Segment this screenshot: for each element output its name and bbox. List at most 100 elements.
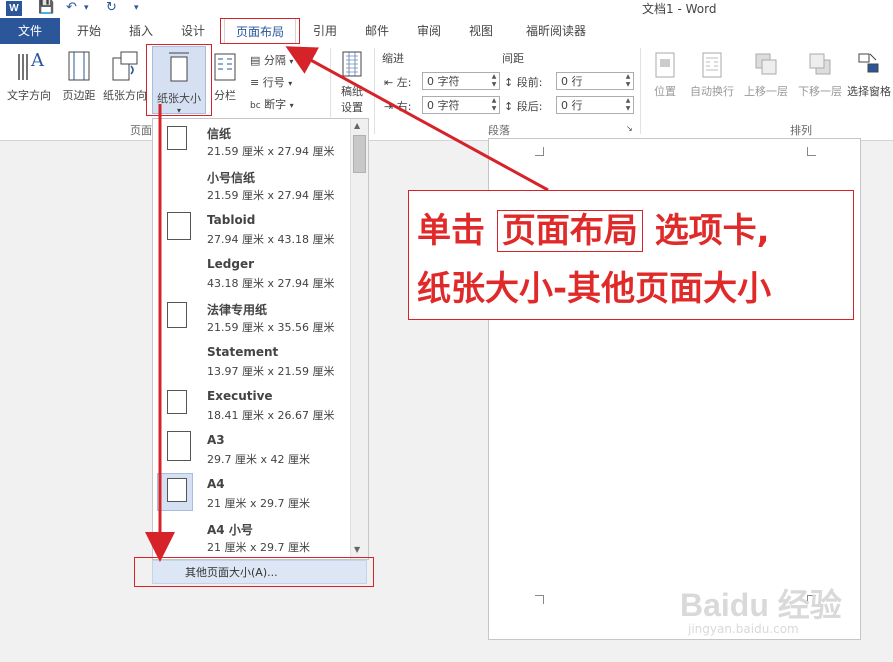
manuscript-settings-button[interactable]: 稿纸 设置 <box>334 50 370 115</box>
spacing-after-input[interactable]: 0 行 ▲ ▼ <box>556 96 634 114</box>
undo-icon[interactable]: ↶ <box>66 0 77 15</box>
paper-size-item[interactable]: Tabloid 27.94 厘米 x 43.18 厘米 <box>153 207 349 251</box>
bring-forward-button[interactable]: 上移一层 <box>740 50 792 99</box>
spinner-arrows-icon[interactable]: ▲ ▼ <box>623 97 633 113</box>
text-direction-button[interactable]: A 文字方向 <box>4 48 54 103</box>
ribbon: A 文字方向 页边距 纸张方向 纸张大小 ▾ 分栏 ▤ 分隔 ▾ ≡ 行号 ▾ … <box>0 44 893 141</box>
paper-size-name: Tabloid <box>207 213 256 227</box>
spinner-arrows-icon[interactable]: ▲ ▼ <box>623 73 633 89</box>
hyphenation-button[interactable]: bc 断字 ▾ <box>250 96 294 112</box>
save-icon[interactable]: 💾 <box>38 0 54 15</box>
paper-size-item[interactable]: 信纸 21.59 厘米 x 27.94 厘米 <box>153 119 349 163</box>
annotation-highlight-more-sizes <box>134 557 374 587</box>
callout-line-1: 单击 页面布局 选项卡, <box>417 210 770 252</box>
paper-size-item[interactable]: Ledger 43.18 厘米 x 27.94 厘米 <box>153 251 349 295</box>
spinner-arrows-icon[interactable]: ▲ ▼ <box>489 73 499 89</box>
paper-size-dimensions: 21.59 厘米 x 35.56 厘米 <box>207 321 335 334</box>
columns-button[interactable]: 分栏 <box>208 48 242 103</box>
breaks-icon: ▤ <box>250 54 261 67</box>
tab-insert[interactable]: 插入 <box>118 18 164 44</box>
paper-size-name: Executive <box>207 389 273 403</box>
paper-size-item-selected[interactable]: A4 21 厘米 x 29.7 厘米 <box>153 471 349 515</box>
paper-size-dimensions: 18.41 厘米 x 26.67 厘米 <box>207 409 335 422</box>
paper-size-item[interactable]: A4 小号 21 厘米 x 29.7 厘米 <box>153 515 349 559</box>
tab-file[interactable]: 文件 <box>0 18 60 44</box>
text-direction-label: 文字方向 <box>7 89 51 102</box>
indent-right-icon: ⇥ <box>384 100 394 113</box>
spacing-before-icon: ↕ <box>504 76 514 89</box>
manuscript-label-2: 设置 <box>341 101 363 114</box>
tab-foxit-reader[interactable]: 福昕阅读器 <box>514 18 598 44</box>
scroll-down-icon[interactable]: ▼ <box>354 545 360 554</box>
line-numbers-icon: ≡ <box>250 76 260 89</box>
hyphenation-icon: bc <box>250 101 261 111</box>
indent-right-input[interactable]: 0 字符 ▲ ▼ <box>422 96 500 114</box>
callout-line-2: 纸张大小-其他页面大小 <box>417 269 772 309</box>
word-logo-icon: W <box>6 1 22 16</box>
spacing-title: 间距 <box>502 52 524 65</box>
indent-right-value: 0 字符 <box>427 99 460 112</box>
spacing-before-label: ↕ 段前: <box>504 76 543 89</box>
page-setup-group-label: 页面 <box>130 124 152 137</box>
tab-references[interactable]: 引用 <box>302 18 348 44</box>
paper-size-dimensions: 21 厘米 x 29.7 厘米 <box>207 497 310 510</box>
send-backward-button[interactable]: 下移一层 <box>794 50 846 99</box>
bring-forward-label: 上移一层 <box>744 85 788 98</box>
paper-size-item[interactable]: A3 29.7 厘米 x 42 厘米 <box>153 427 349 471</box>
indent-right-label: ⇥ 右: <box>384 100 412 113</box>
redo-icon[interactable]: ↻ <box>106 0 117 15</box>
page-thumbnail-icon <box>167 212 191 240</box>
scroll-up-icon[interactable]: ▲ <box>354 121 360 130</box>
orientation-icon <box>112 51 138 81</box>
tab-home[interactable]: 开始 <box>66 18 112 44</box>
indent-left-input[interactable]: 0 字符 ▲ ▼ <box>422 72 500 90</box>
selection-pane-label: 选择窗格 <box>847 85 891 98</box>
margin-corner-mark <box>535 595 544 604</box>
instruction-callout: 单击 页面布局 选项卡, 纸张大小-其他页面大小 <box>408 190 854 320</box>
wrap-text-label: 自动换行 <box>690 85 734 98</box>
wrap-text-button[interactable]: 自动换行 <box>686 50 738 99</box>
page-thumbnail-icon <box>167 126 187 150</box>
send-backward-icon <box>809 53 831 75</box>
customize-qat-icon[interactable]: ▾ <box>134 3 139 13</box>
orientation-button[interactable]: 纸张方向 <box>100 48 150 103</box>
ribbon-tabs: 文件 开始 插入 设计 页面布局 引用 邮件 审阅 视图 福昕阅读器 <box>0 18 893 45</box>
columns-icon <box>214 53 236 81</box>
spacing-before-value: 0 行 <box>561 75 583 88</box>
tab-review[interactable]: 审阅 <box>406 18 452 44</box>
dialog-launcher-icon[interactable]: ↘ <box>626 124 633 133</box>
scrollbar-thumb[interactable] <box>353 135 366 173</box>
paper-size-name: A4 <box>207 477 225 491</box>
chevron-down-icon: ▾ <box>288 79 293 88</box>
margins-button[interactable]: 页边距 <box>58 48 100 103</box>
bring-forward-icon <box>755 53 777 75</box>
orientation-label: 纸张方向 <box>103 89 147 102</box>
paper-size-item[interactable]: 法律专用纸 21.59 厘米 x 35.56 厘米 <box>153 295 349 339</box>
position-button[interactable]: 位置 <box>646 50 684 99</box>
margin-corner-mark <box>807 147 816 156</box>
paper-size-item[interactable]: Executive 18.41 厘米 x 26.67 厘米 <box>153 383 349 427</box>
dropdown-scrollbar[interactable]: ▲ ▼ <box>350 119 368 559</box>
indent-left-label: ⇤ 左: <box>384 76 412 89</box>
selection-pane-button[interactable]: 选择窗格 <box>846 50 892 99</box>
svg-text:A: A <box>30 50 45 71</box>
tab-mailings[interactable]: 邮件 <box>354 18 400 44</box>
chevron-down-icon: ▾ <box>289 101 294 110</box>
margins-icon <box>68 51 90 81</box>
spacing-before-input[interactable]: 0 行 ▲ ▼ <box>556 72 634 90</box>
annotation-highlight-size-button <box>146 44 212 116</box>
line-numbers-button[interactable]: ≡ 行号 ▾ <box>250 74 292 90</box>
chevron-down-icon: ▾ <box>289 57 294 66</box>
breaks-button[interactable]: ▤ 分隔 ▾ <box>250 52 293 68</box>
margins-label: 页边距 <box>62 89 96 102</box>
tab-design[interactable]: 设计 <box>170 18 216 44</box>
paper-size-dimensions: 13.97 厘米 x 21.59 厘米 <box>207 365 335 378</box>
paper-size-item[interactable]: Statement 13.97 厘米 x 21.59 厘米 <box>153 339 349 383</box>
paper-size-item[interactable]: 小号信纸 21.59 厘米 x 27.94 厘米 <box>153 163 349 207</box>
undo-dropdown-icon[interactable]: ▾ <box>84 3 89 13</box>
spacing-after-label: ↕ 段后: <box>504 100 543 113</box>
spinner-arrows-icon[interactable]: ▲ ▼ <box>489 97 499 113</box>
arrange-group-label: 排列 <box>790 124 812 137</box>
paragraph-group-label: 段落 <box>488 124 510 137</box>
tab-view[interactable]: 视图 <box>458 18 504 44</box>
